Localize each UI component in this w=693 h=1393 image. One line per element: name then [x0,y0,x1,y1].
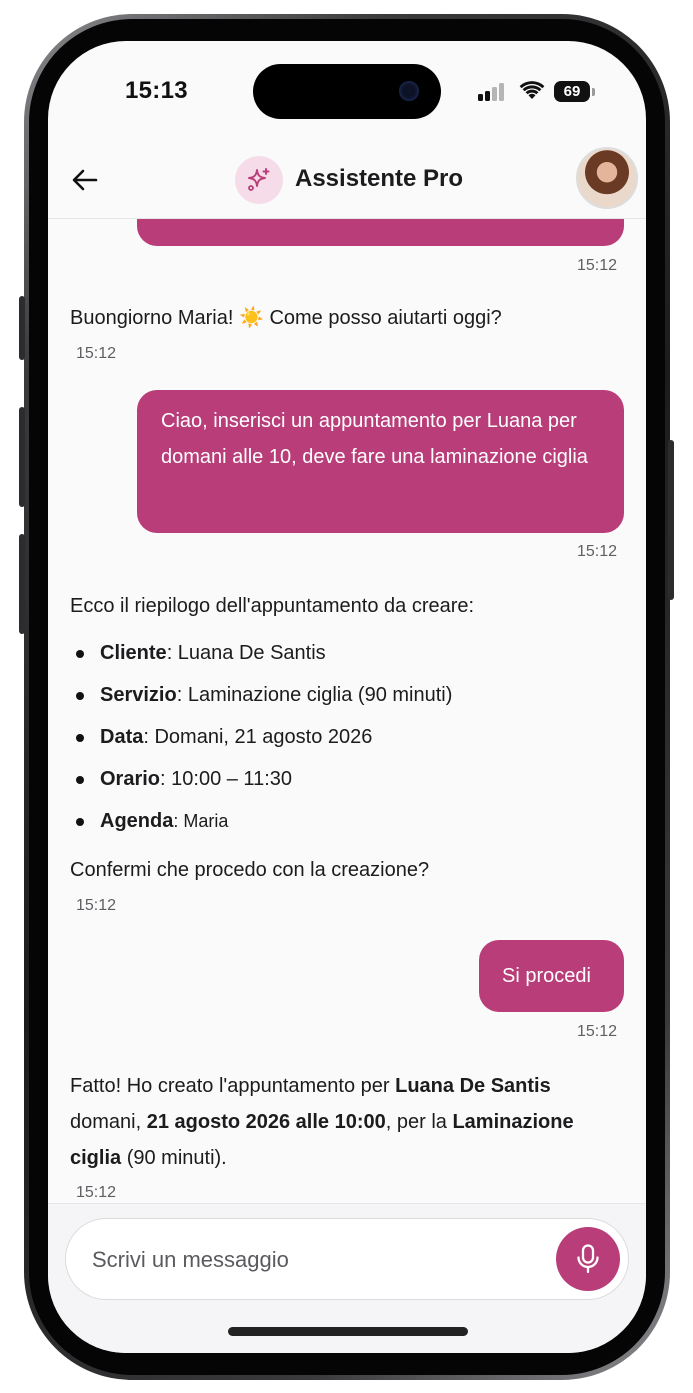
front-camera [399,81,419,101]
summary-key: Cliente [100,642,167,664]
text-run: (90 minuti). [121,1147,227,1169]
user-message-bubble: Ciao, inserisci un appuntamento per Luan… [137,390,624,533]
volume-up-button [19,407,25,507]
appointment-datetime: 21 agosto 2026 alle 10:00 [146,1111,386,1133]
text-run: domani, [70,1111,147,1133]
arrow-left-icon[interactable] [70,165,100,195]
message-input[interactable] [90,1239,534,1281]
chat-header: Assistente Pro [48,141,646,219]
dynamic-island [253,64,441,119]
bot-message-outro: Confermi che procedo con la creazione? [70,859,430,881]
message-timestamp: 15:12 [577,257,618,274]
status-bar: 15:13 69 [48,41,646,141]
message-timestamp: 15:12 [577,543,618,560]
action-button [19,296,25,360]
summary-key: Agenda [100,810,174,832]
bot-message: Buongiorno Maria! ☀️ Come posso aiutarti… [70,307,502,329]
summary-value: : 10:00 – 11:30 [160,768,292,790]
assistant-badge [235,156,283,204]
sparkles-icon [248,168,270,191]
list-item: Data: Domani, 21 agosto 2026 [70,716,452,758]
bot-message-confirmation: Fatto! Ho creato l'appuntamento per Luan… [70,1068,580,1176]
appointment-summary-list: Cliente: Luana De Santis Servizio: Lamin… [70,632,452,842]
user-message-bubble: Si procedi [479,940,624,1012]
message-timestamp: 15:12 [76,897,117,914]
page-title: Assistente Pro [295,165,464,192]
message-input-container [65,1218,629,1300]
bot-message-intro: Ecco il riepilogo dell'appuntamento da c… [70,595,475,617]
user-message-bubble [137,218,624,246]
volume-down-button [19,534,25,634]
message-timestamp: 15:12 [76,345,117,362]
text-run: , per la [385,1111,453,1133]
summary-key: Servizio [100,684,177,706]
summary-value: : Domani, 21 agosto 2026 [143,726,373,748]
client-name: Luana De Santis [395,1075,551,1097]
list-item: Agenda: Maria [70,800,452,842]
user-avatar[interactable] [576,147,638,209]
summary-value: : Maria [173,811,229,831]
microphone-button[interactable] [556,1227,620,1291]
battery-indicator: 69 [554,81,590,102]
message-timestamp: 15:12 [76,1184,117,1201]
list-item: Orario: 10:00 – 11:30 [70,758,452,800]
text-run: Fatto! Ho creato l'appuntamento per [70,1075,396,1097]
power-button [668,440,674,600]
chat-thread[interactable]: 15:12 Buongiorno Maria! ☀️ Come posso ai… [48,218,646,1203]
cellular-signal-icon [478,83,508,101]
summary-key: Data [100,726,144,748]
status-time: 15:13 [125,77,188,104]
summary-value: : Laminazione ciglia (90 minuti) [176,684,453,706]
microphone-icon [577,1244,599,1274]
summary-value: : Luana De Santis [166,642,326,664]
home-indicator[interactable] [228,1327,468,1336]
message-timestamp: 15:12 [577,1023,618,1040]
list-item: Servizio: Laminazione ciglia (90 minuti) [70,674,452,716]
phone-screen: 15:13 69 Assistente Pro 15:12 Buongiorno… [48,41,646,1353]
wifi-icon [519,81,545,99]
battery-tip [592,88,595,96]
summary-key: Orario [100,768,161,790]
list-item: Cliente: Luana De Santis [70,632,452,674]
